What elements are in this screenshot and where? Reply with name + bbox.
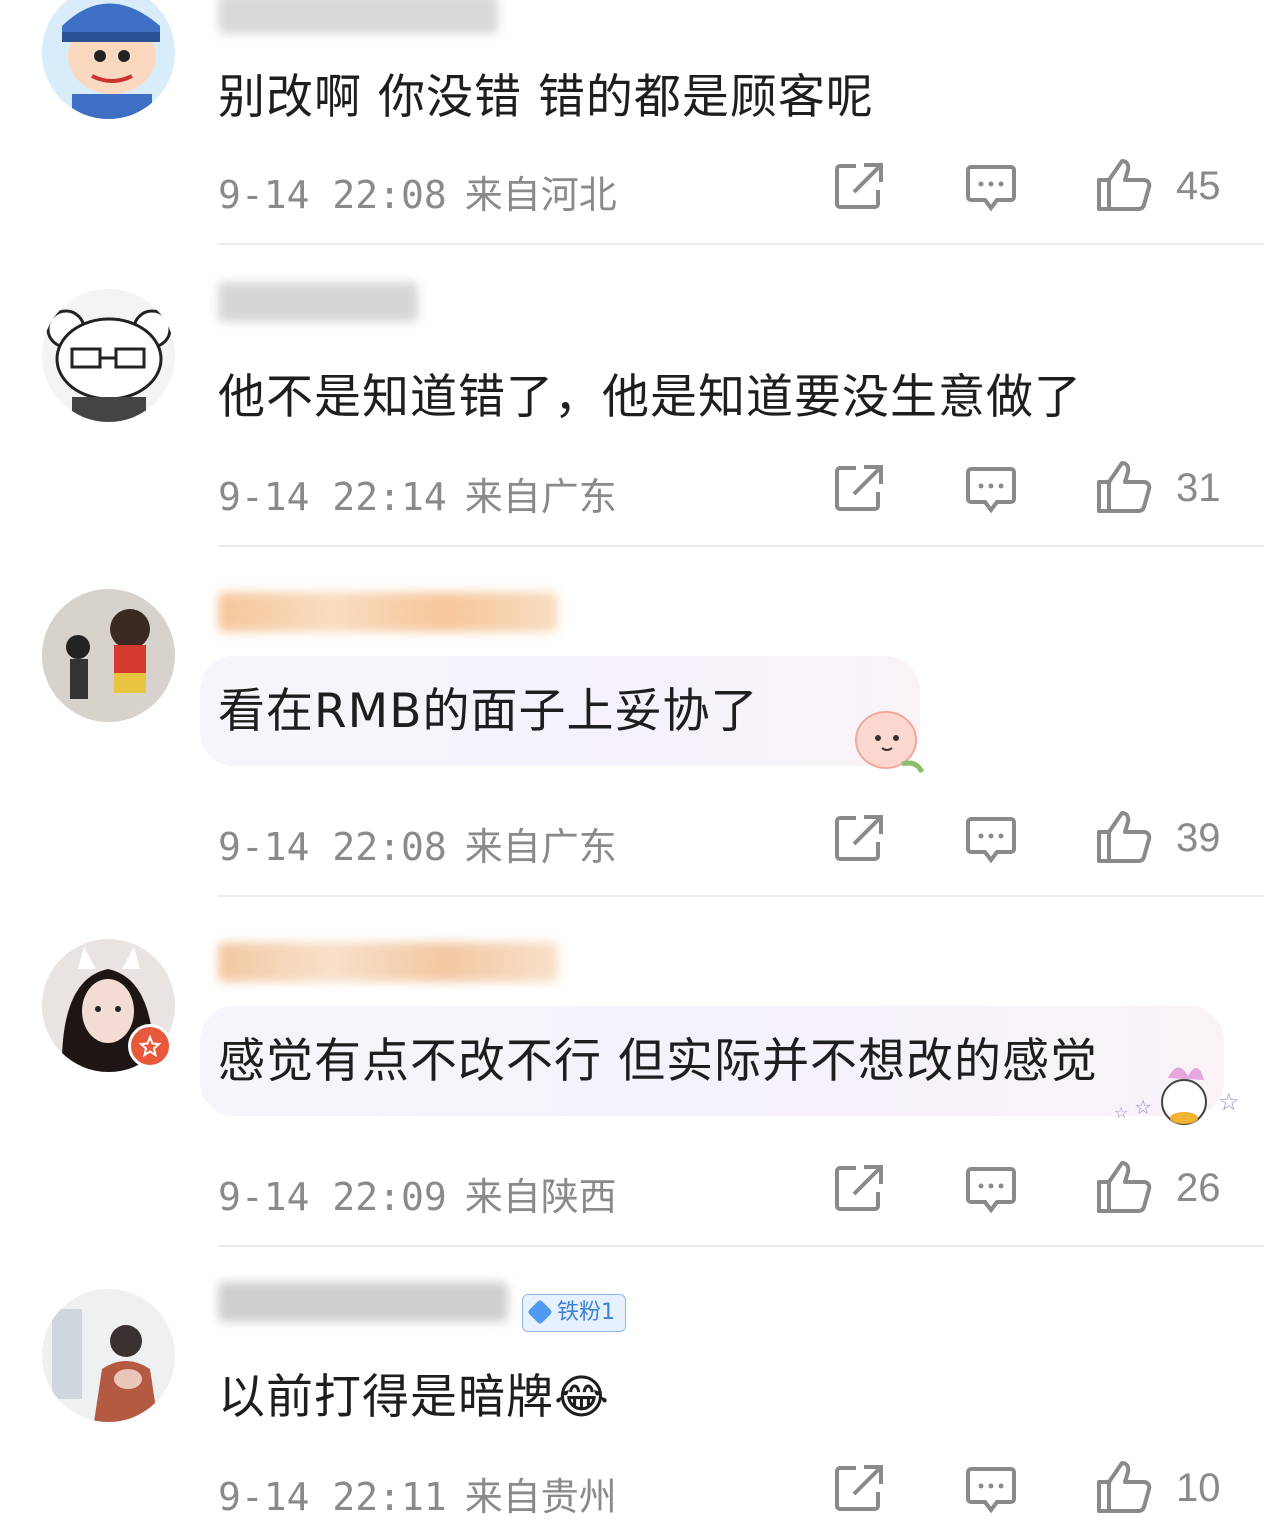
peach-sticker-icon [855,711,925,774]
share-button[interactable] [834,464,884,512]
like-count: 39 [1176,816,1221,860]
svg-text:☆: ☆ [1134,1095,1152,1119]
comment-icon [966,467,1016,514]
comment-text: 他不是知道错了，他是知道要没生意做了 [218,370,1082,425]
share-icon [835,815,883,861]
comment-item: 铁粉1 以前打得是暗牌😂 9-14 22:11 来自贵州 10 [0,1246,1264,1519]
username-blurred[interactable] [218,0,498,34]
like-button[interactable] [1096,1160,1152,1214]
share-icon [835,163,883,209]
avatar[interactable] [42,289,175,422]
comment-location: 来自广东 [464,475,617,519]
comment-icon [966,817,1016,864]
username-blurred[interactable] [218,282,418,322]
comment-item: 别改啊 你没错 错的都是顾客呢 9-14 22:08 来自河北 45 [0,0,1264,246]
share-icon [835,1165,883,1211]
like-count: 26 [1176,1166,1221,1210]
like-button[interactable] [1096,158,1152,212]
share-button[interactable] [834,1164,884,1212]
comment-meta: 9-14 22:09 来自陕西 [218,1166,617,1221]
like-button[interactable] [1096,1460,1152,1514]
like-button[interactable] [1096,810,1152,864]
avatar[interactable] [42,589,175,722]
svg-text:☆: ☆ [1218,1088,1240,1116]
comment-icon [966,165,1016,212]
thumbs-up-icon [1097,811,1152,863]
divider [218,243,1264,245]
comment-text: 看在RMB的面子上妥协了 [218,684,759,739]
share-button[interactable] [834,1464,884,1512]
comment-meta: 9-14 22:11 来自贵州 [218,1466,617,1521]
comment-icon [966,1167,1016,1214]
comment-item: 看在RMB的面子上妥协了 9-14 22:08 来自广东 39 [0,546,1264,897]
comment-meta: 9-14 22:14 来自广东 [218,466,617,521]
thumbs-up-icon [1097,1461,1152,1513]
comment-item: 他不是知道错了，他是知道要没生意做了 9-14 22:14 来自广东 31 [0,246,1264,547]
username-blurred[interactable] [218,942,558,982]
comment-time: 9-14 22:14 [218,475,447,519]
share-button[interactable] [834,814,884,862]
comment-location: 来自河北 [464,173,617,217]
username-blurred[interactable] [218,592,558,632]
share-button[interactable] [834,162,884,210]
thumbs-up-icon [1097,461,1152,513]
comment-text: 以前打得是暗牌😂 [218,1370,610,1425]
username-blurred[interactable] [218,1282,508,1322]
comment-location: 来自贵州 [464,1475,617,1519]
comment-text: 别改啊 你没错 错的都是顾客呢 [218,70,874,125]
like-count: 45 [1176,164,1221,208]
comment-item: 感觉有点不改不行 但实际并不想改的感觉 ☆ ☆ ☆ 9-14 22:09 来自陕西… [0,896,1264,1247]
diamond-icon [527,1299,553,1325]
like-button[interactable] [1096,460,1152,514]
avatar[interactable] [42,1289,175,1422]
reply-button[interactable] [966,1466,1016,1514]
fan-level-badge: 铁粉1 [522,1294,626,1332]
verified-badge [128,1024,172,1068]
share-icon [835,1465,883,1511]
comment-meta: 9-14 22:08 来自广东 [218,816,617,871]
comment-location: 来自广东 [464,825,617,869]
comment-text: 感觉有点不改不行 但实际并不想改的感觉 [218,1034,1098,1089]
comment-icon [966,1467,1016,1514]
comment-time: 9-14 22:08 [218,173,447,217]
thumbs-up-icon [1097,159,1152,211]
comment-time: 9-14 22:08 [218,825,447,869]
comment-time: 9-14 22:11 [218,1475,447,1519]
comment-time: 9-14 22:09 [218,1175,447,1219]
share-icon [835,465,883,511]
like-count: 31 [1176,466,1221,510]
avatar[interactable] [42,0,175,119]
thumbs-up-icon [1097,1161,1152,1213]
comment-meta: 9-14 22:08 来自河北 [218,164,617,219]
svg-text:☆: ☆ [1114,1103,1128,1122]
reply-button[interactable] [966,164,1016,212]
reply-button[interactable] [966,816,1016,864]
duck-sticker-icon: ☆ ☆ ☆ [1114,1067,1240,1125]
reply-button[interactable] [966,1166,1016,1214]
reply-button[interactable] [966,466,1016,514]
comment-location: 来自陕西 [464,1175,617,1219]
